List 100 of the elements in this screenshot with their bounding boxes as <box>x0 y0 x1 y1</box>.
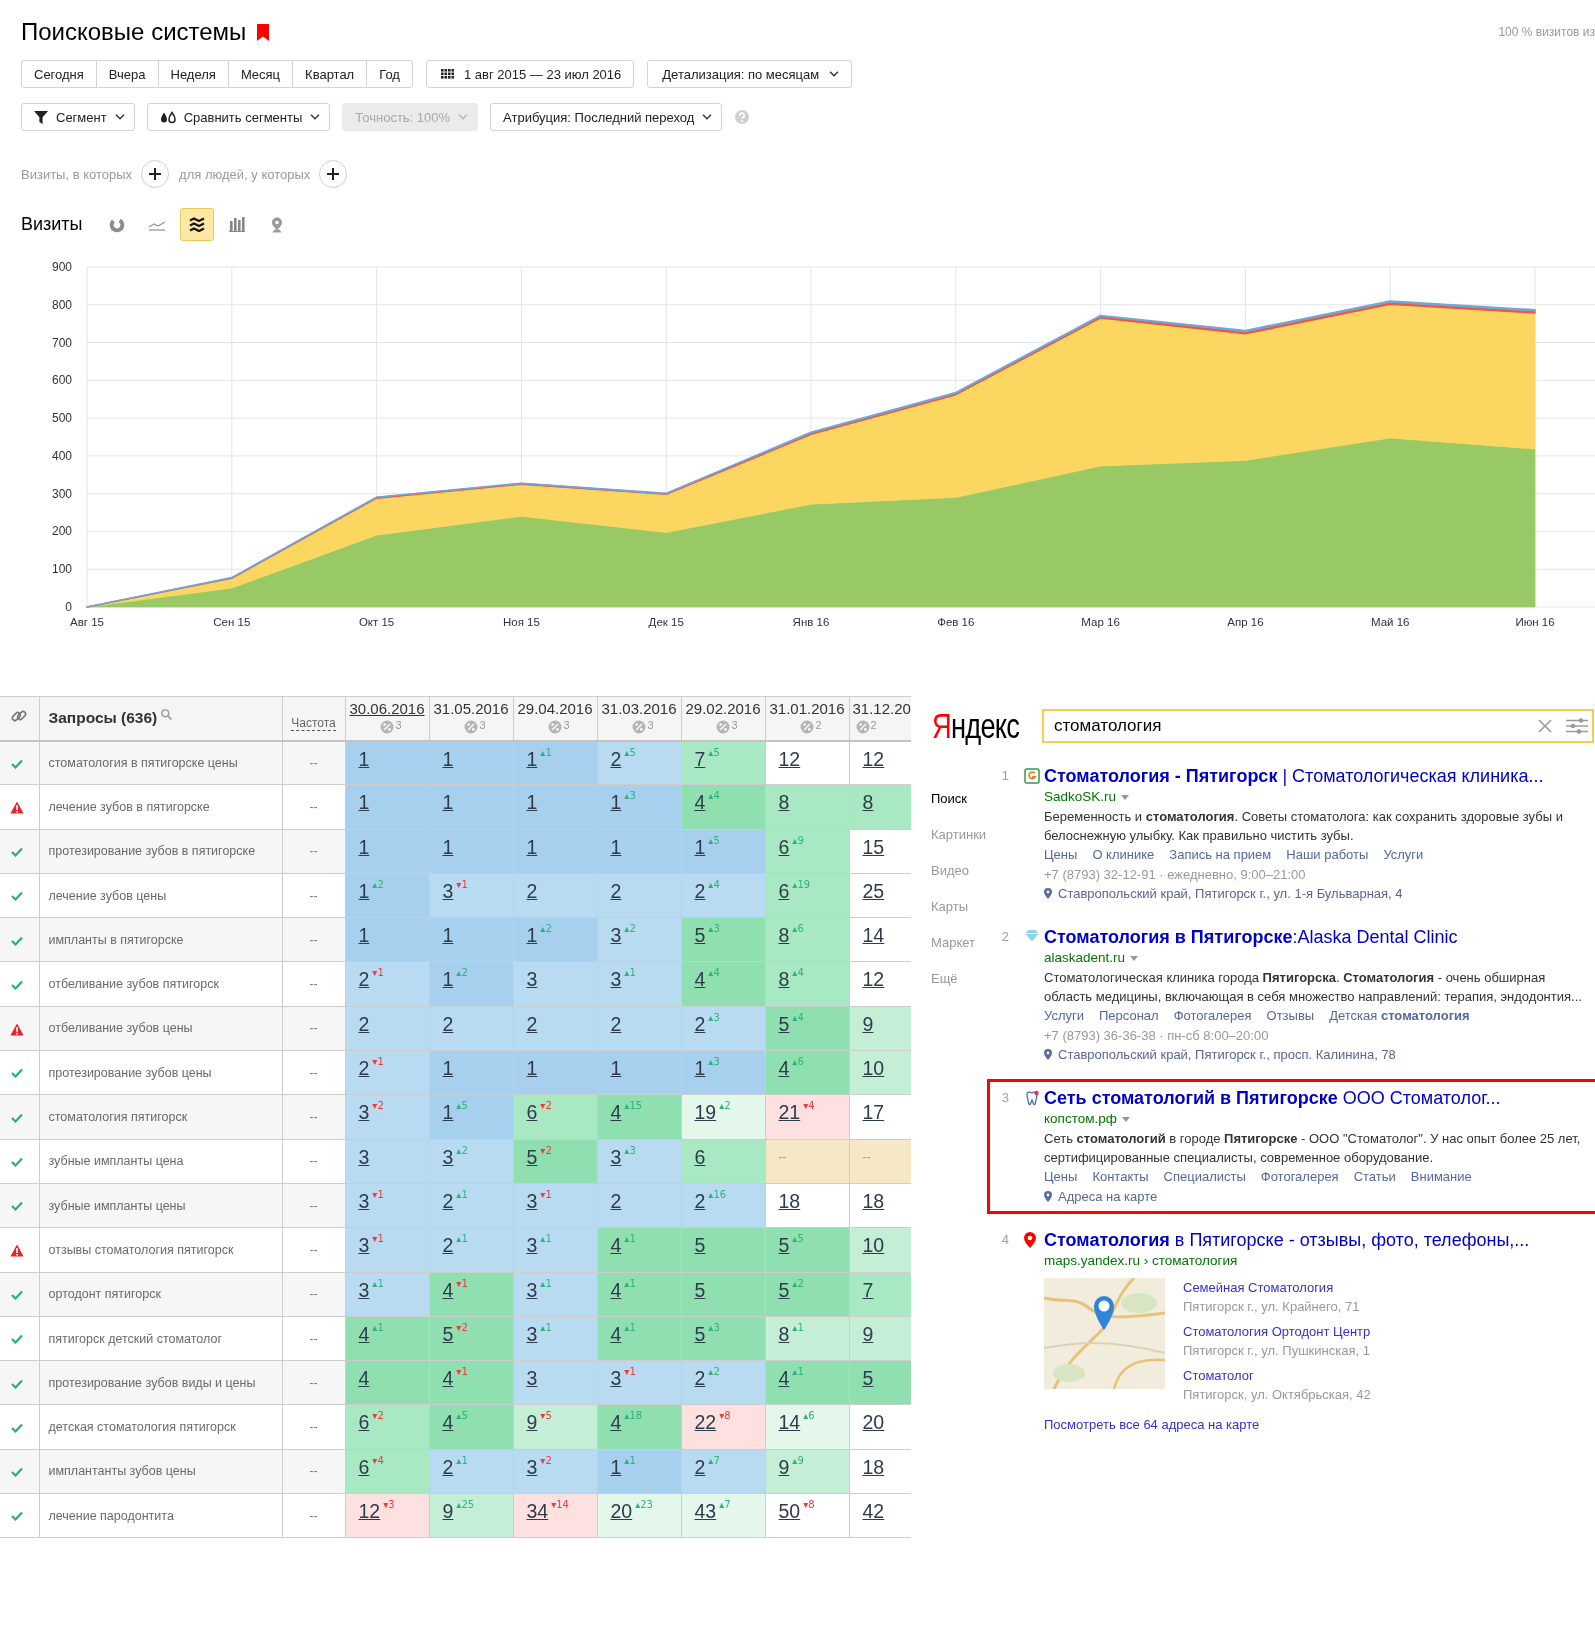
position-change: ▴1 <box>624 1233 636 1246</box>
position-change: ▴2 <box>540 923 552 936</box>
position-change: ▴1 <box>540 1277 552 1290</box>
query-cell: отбеливание зубов цены <box>39 1006 282 1051</box>
position-change: ▴2 <box>719 1100 731 1113</box>
badge-count: 3 <box>731 720 738 730</box>
position-change: ▾4 <box>372 1454 384 1467</box>
x-axis-label: Апр 16 <box>1227 616 1264 628</box>
position-change: ▾2 <box>456 1321 468 1334</box>
query-cell: отзывы стоматология пятигорск <box>39 1227 282 1273</box>
position-change: ▾8 <box>719 1410 731 1423</box>
result-number: 3 <box>1001 1089 1010 1107</box>
position-change: ▴1 <box>540 1233 552 1246</box>
position-change: ▴2 <box>792 1277 804 1290</box>
position-change: ▾1 <box>372 1188 384 1201</box>
x-axis-label: Фев 16 <box>937 616 975 628</box>
y-axis-label: 200 <box>51 524 72 539</box>
condition-label: Визиты, в которых <box>21 166 133 182</box>
frequency-cell: -- <box>282 1050 345 1095</box>
query-cell: лечение зубов в пятигорске <box>39 784 282 830</box>
position-change: ▴5 <box>708 834 720 847</box>
position-change: ▴6 <box>792 1056 804 1069</box>
position-change: ▴4 <box>708 967 720 980</box>
result-number: 1 <box>1001 767 1010 785</box>
position-change: ▴5 <box>792 1233 804 1246</box>
position-change: ▴1 <box>624 1277 636 1290</box>
x-axis-label: Июн 16 <box>1515 616 1555 628</box>
position-change: ▾1 <box>540 1188 552 1201</box>
place-address: Пятигорск г., ул. Пушкинская, 1 <box>1183 1343 1370 1358</box>
position-change: ▴16 <box>708 1188 727 1201</box>
address-text: Ставропольский край, Пятигорск г., просп. Калинина, 78 <box>1058 1046 1396 1064</box>
position-change: ▴2 <box>456 1144 468 1157</box>
position-change: ▴23 <box>635 1499 653 1512</box>
chart-title: Визиты <box>21 214 83 235</box>
position-change: ▴1 <box>624 967 636 980</box>
x-axis-label: Янв 16 <box>792 616 830 628</box>
position-change: ▴19 <box>792 878 811 891</box>
frequency-cell: -- <box>282 1183 345 1228</box>
address-text: Адреса на карте <box>1058 1188 1158 1206</box>
page-title: Поисковые системы <box>21 17 247 47</box>
position-change: ▴1 <box>540 746 552 759</box>
position-change: ▴1 <box>372 1321 384 1334</box>
position-change: ▴7 <box>719 1499 731 1512</box>
position-change: ▾8 <box>803 1499 815 1512</box>
frequency-cell: -- <box>282 1006 345 1051</box>
place-address: Пятигорск, ул. Октябрьская, 42 <box>1183 1387 1371 1402</box>
result-number: 4 <box>1001 1231 1010 1249</box>
y-axis-label: 800 <box>51 297 72 312</box>
query-cell: отбеливание зубов пятигорск <box>39 962 282 1007</box>
position-change: ▾1 <box>372 1056 384 1069</box>
position-change: ▴5 <box>456 1100 468 1113</box>
position-change: ▴1 <box>540 1321 552 1334</box>
frequency-cell: -- <box>282 1227 345 1273</box>
x-axis-label: Мар 16 <box>1081 616 1120 628</box>
position-change: ▾3 <box>383 1499 395 1512</box>
position-change: ▾5 <box>540 1410 552 1423</box>
condition-label: для людей, у которых <box>179 166 311 182</box>
position-change: ▾1 <box>624 1366 636 1379</box>
position-change: ▾2 <box>372 1100 384 1113</box>
position-change: ▾2 <box>540 1144 552 1157</box>
position-change: ▴1 <box>792 1366 804 1379</box>
frequency-cell: -- <box>282 873 345 918</box>
y-axis-label: 300 <box>51 486 72 501</box>
badge-count: 2 <box>815 720 822 730</box>
query-cell: ортодонт пятигорск <box>39 1272 282 1317</box>
position-change: ▾2 <box>540 1100 552 1113</box>
position-change: ▴3 <box>708 1321 720 1334</box>
position-change: ▴25 <box>456 1499 475 1512</box>
query-cell: импланты в пятигорске <box>39 917 282 962</box>
position-change: ▾1 <box>456 878 468 891</box>
address-text: Ставропольский край, Пятигорск г., ул. 1-я Бульварная, 4 <box>1058 885 1403 903</box>
position-change: ▴3 <box>708 1056 720 1069</box>
position-change: ▴18 <box>624 1410 643 1423</box>
position-change: ▴5 <box>624 746 636 759</box>
badge-count: 2 <box>870 720 877 730</box>
query-cell: стоматология пятигорск <box>39 1094 282 1140</box>
result-number: 2 <box>1001 928 1010 946</box>
x-axis-label: Сен 15 <box>213 616 251 628</box>
position-change: ▴6 <box>792 923 804 936</box>
frequency-cell: -- <box>282 1139 345 1184</box>
frequency-cell: -- <box>282 1404 345 1450</box>
query-cell: лечение зубов цены <box>39 873 282 918</box>
query-cell: лечение пародонтита <box>39 1493 282 1538</box>
y-axis-label: 700 <box>51 335 72 350</box>
frequency-cell: -- <box>282 740 345 785</box>
result-snippet: Сеть стоматологий в городе Пятигорске - ООО "Стоматолог". У нас опыт более 25 лет, сертифицированные специалисты, современное оборудование. <box>1044 1130 1582 1167</box>
empty-value: -- <box>862 1149 871 1164</box>
x-axis-label: Авг 15 <box>70 616 104 628</box>
position-change: ▴3 <box>708 1011 720 1024</box>
position-change: ▾1 <box>456 1277 468 1290</box>
frequency-cell: -- <box>282 829 345 874</box>
badge-count: 3 <box>647 720 654 730</box>
query-cell: зубные импланты цена <box>39 1139 282 1184</box>
position-change: ▴1 <box>624 1454 636 1467</box>
result-snippet: Стоматологическая клиника города Пятигорска. Стоматология - очень обширная область медицины, включающая в себя множество направлений: терапия, эндодонтия... <box>1044 969 1583 1006</box>
position-change: ▴2 <box>708 1366 720 1379</box>
position-change: ▴1 <box>792 1321 804 1334</box>
query-cell: зубные импланты цены <box>39 1183 282 1228</box>
position-change: ▴1 <box>456 1188 468 1201</box>
position-change: ▴9 <box>792 834 804 847</box>
